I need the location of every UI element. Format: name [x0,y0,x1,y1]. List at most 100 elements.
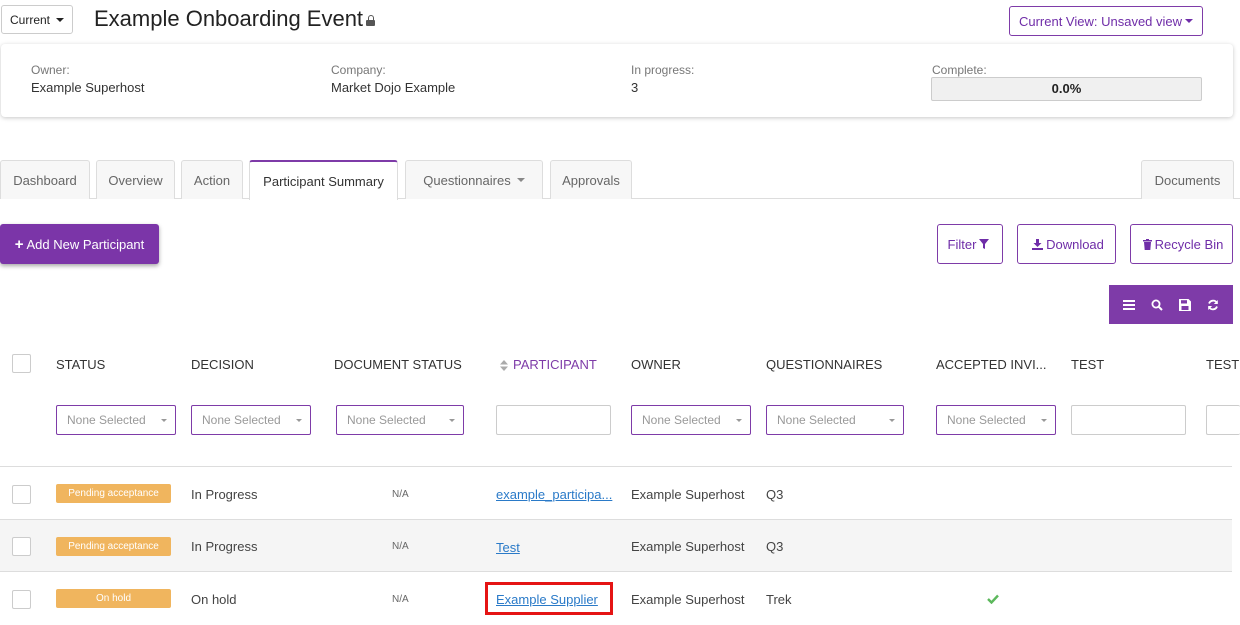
select-all-checkbox[interactable] [12,354,31,373]
trash-icon [1142,238,1152,250]
owner-cell: Example Superhost [631,539,745,554]
status-badge: Pending acceptance [56,484,171,503]
in-progress-block: In progress: 3 [631,63,694,95]
decision-cell: In Progress [191,487,258,502]
column-header-status[interactable]: STATUS [56,357,105,372]
tab-label: Approvals [562,172,620,188]
version-label: Current [10,12,51,27]
tab-participant-summary[interactable]: Participant Summary [249,160,398,200]
participant-filter-input[interactable] [496,405,611,435]
tab-action[interactable]: Action [181,160,243,199]
add-participant-button[interactable]: + Add New Participant [0,224,159,264]
chevron-down-icon [889,419,895,422]
column-header-test-2[interactable]: TEST [1206,357,1240,372]
column-header-decision[interactable]: DECISION [191,357,254,372]
chevron-down-icon [736,419,742,422]
download-icon [1032,238,1044,250]
chevron-down-icon [296,419,302,422]
chevron-down-icon [1185,19,1194,23]
in-progress-label: In progress: [631,63,695,77]
owner-label: Owner: [31,63,70,77]
refresh-icon[interactable] [1202,294,1224,316]
tab-dashboard[interactable]: Dashboard [0,160,90,199]
participant-link[interactable]: example_participa... [496,487,621,502]
sort-icon [500,360,508,372]
event-info-card: Owner: Example Superhost Company: Market… [1,44,1233,117]
test-filter-input[interactable] [1071,405,1186,435]
filter-icon [979,239,990,249]
column-header-document-status[interactable]: DOCUMENT STATUS [334,357,462,372]
complete-progress-bar: 0.0% [931,77,1202,101]
company-block: Company: Market Dojo Example [331,63,455,95]
questionnaires-filter-select[interactable]: None Selected [766,405,904,435]
add-participant-label: Add New Participant [26,236,145,252]
filter-button[interactable]: Filter [937,224,1003,264]
tab-overview[interactable]: Overview [96,160,175,199]
filter-label: Filter [947,236,977,252]
questionnaires-cell: Q3 [766,487,784,502]
tab-questionnaires[interactable]: Questionnaires [405,160,543,199]
download-button[interactable]: Download [1017,224,1116,264]
menu-icon[interactable] [1118,294,1140,316]
table-toolbar [1109,285,1233,324]
filter-placeholder: None Selected [642,413,721,427]
tab-documents[interactable]: Documents [1141,160,1234,199]
tab-label: Questionnaires [423,172,511,188]
complete-block: Complete: [932,63,987,77]
document-status-filter-select[interactable]: None Selected [336,405,464,435]
decision-filter-select[interactable]: None Selected [191,405,311,435]
row-checkbox[interactable] [12,485,31,504]
recycle-bin-button[interactable]: Recycle Bin [1130,224,1233,264]
column-label: TEST [1071,357,1105,372]
check-icon [987,594,999,604]
event-title: Example Onboarding Event [94,6,364,31]
company-value: Market Dojo Example [331,80,456,95]
column-label: DOCUMENT STATUS [334,357,462,372]
row-checkbox[interactable] [12,590,31,609]
table-row: Pending acceptance In Progress N/A Test … [0,519,1232,572]
row-checkbox[interactable] [12,537,31,556]
column-header-accepted-invitation[interactable]: ACCEPTED INVI... [936,357,1047,372]
tab-label: Participant Summary [263,173,384,189]
company-label: Company: [331,63,386,77]
decision-cell: On hold [191,592,237,607]
recycle-bin-label: Recycle Bin [1154,236,1224,252]
column-header-questionnaires[interactable]: QUESTIONNAIRES [766,357,882,372]
column-header-owner[interactable]: OWNER [631,357,681,372]
table-row: Pending acceptance In Progress N/A examp… [0,466,1232,519]
tab-approvals[interactable]: Approvals [550,160,632,199]
filter-placeholder: None Selected [947,413,1026,427]
chevron-down-icon [516,178,525,182]
decision-cell: In Progress [191,539,258,554]
owner-cell: Example Superhost [631,487,745,502]
version-select[interactable]: Current [1,5,73,34]
questionnaires-cell: Q3 [766,539,784,554]
complete-value: 0.0% [1051,81,1082,96]
tab-label: Overview [108,172,163,188]
column-label: TEST [1206,357,1240,372]
chevron-down-icon [449,419,455,422]
questionnaires-cell: Trek [766,592,792,607]
lock-icon [366,14,376,26]
search-icon[interactable] [1146,294,1168,316]
column-label: OWNER [631,357,681,372]
current-view-dropdown[interactable]: Current View: Unsaved view [1009,6,1203,36]
participant-link[interactable]: Test [496,540,520,555]
column-header-participant[interactable]: PARTICIPANT [500,357,597,372]
column-header-test[interactable]: TEST [1071,357,1104,372]
accepted-filter-select[interactable]: None Selected [936,405,1056,435]
tab-label: Dashboard [13,172,77,188]
owner-filter-select[interactable]: None Selected [631,405,751,435]
filter-placeholder: None Selected [347,413,426,427]
status-badge: Pending acceptance [56,537,171,556]
tab-label: Action [193,172,231,188]
chevron-down-icon [1041,419,1047,422]
test-2-filter-input[interactable] [1206,405,1240,435]
download-label: Download [1046,236,1104,252]
column-label: DECISION [191,357,254,372]
save-icon[interactable] [1174,294,1196,316]
column-label: ACCEPTED INVI... [936,357,1047,372]
status-filter-select[interactable]: None Selected [56,405,176,435]
owner-value: Example Superhost [31,80,145,95]
filter-placeholder: None Selected [67,413,146,427]
